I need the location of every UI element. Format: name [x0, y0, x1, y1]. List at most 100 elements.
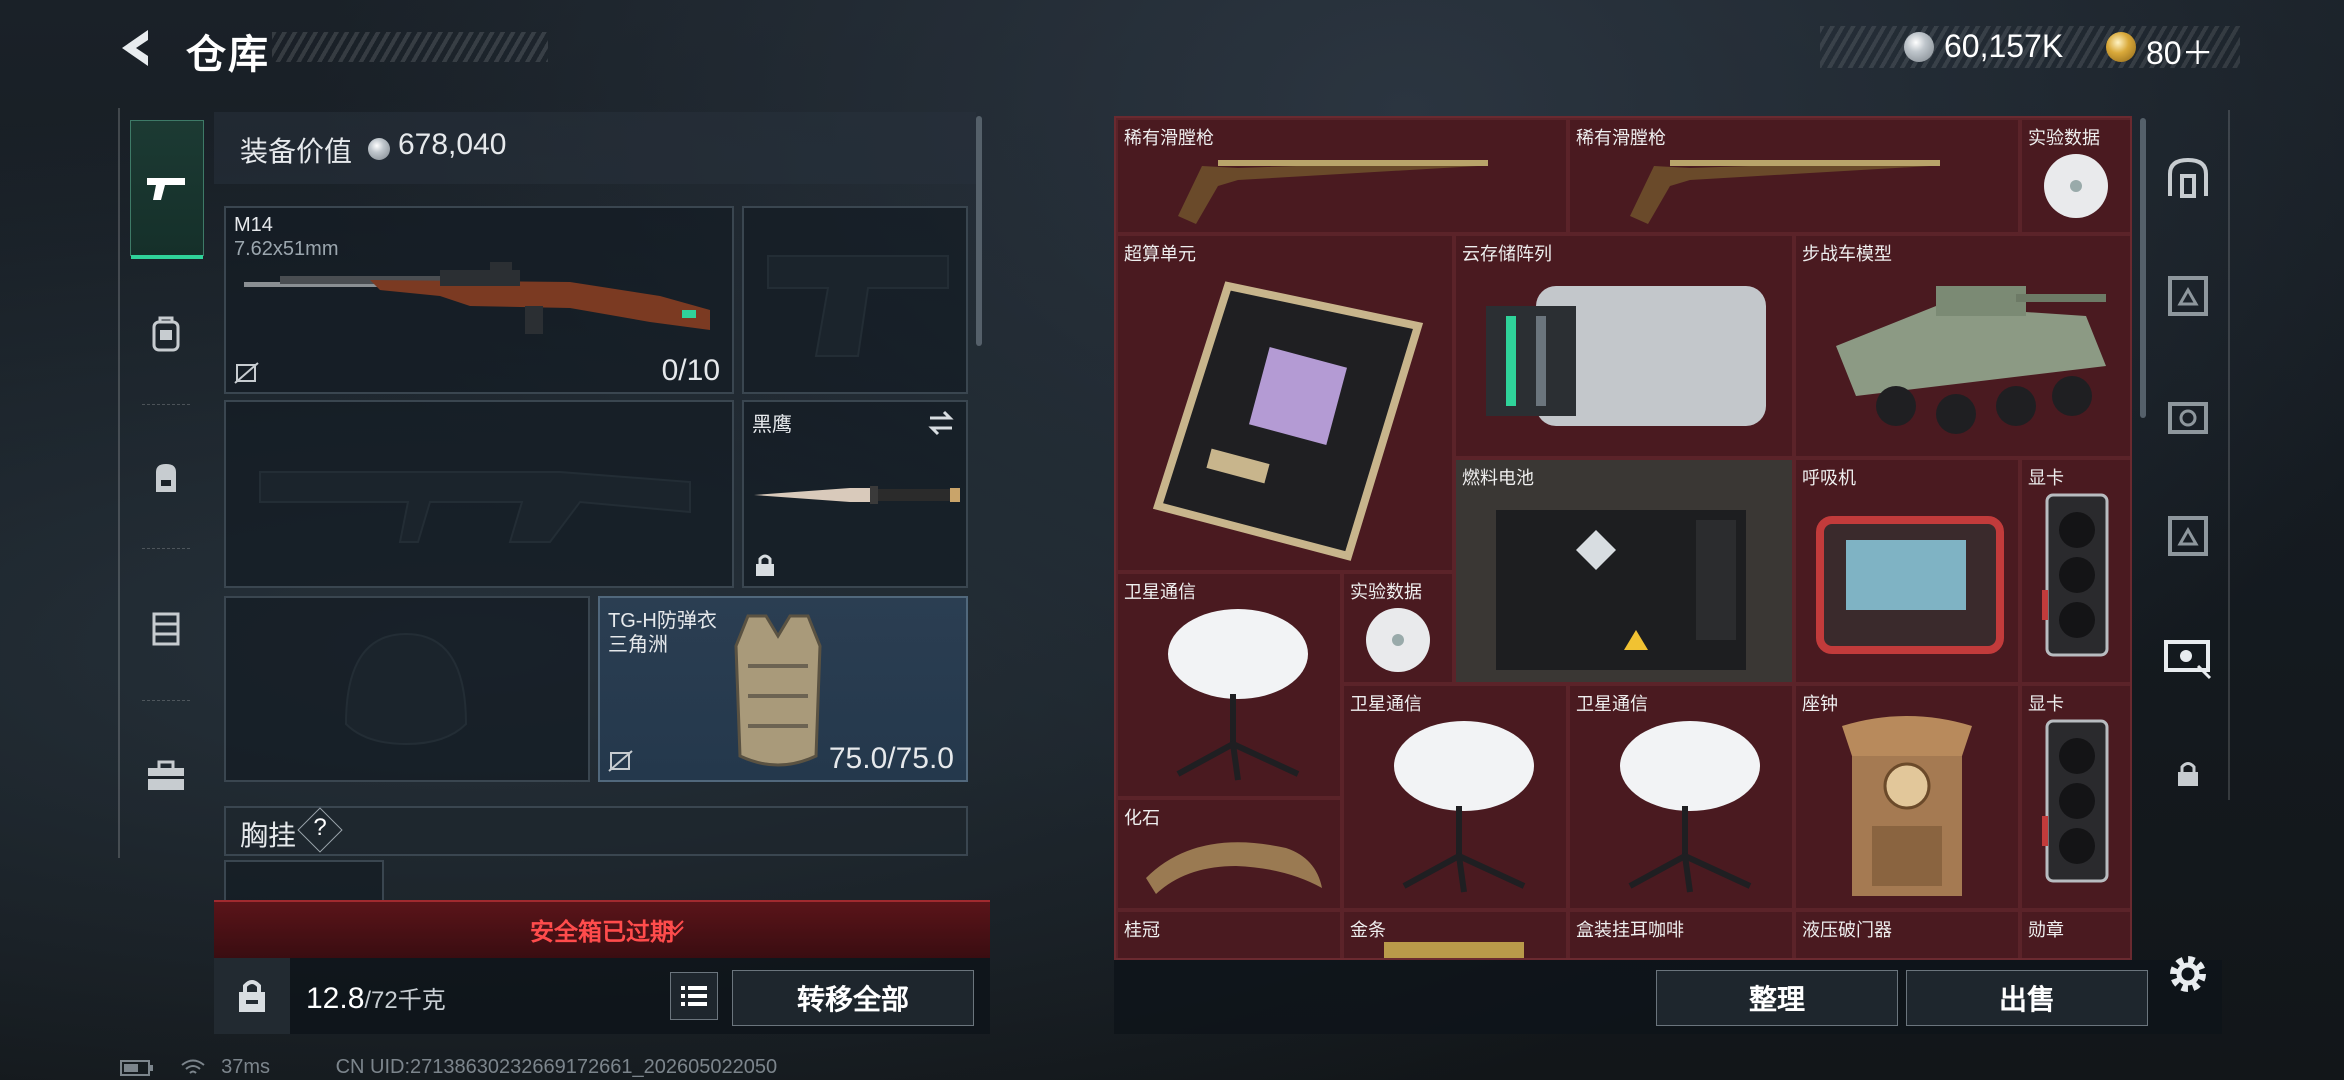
back-button[interactable] — [112, 24, 160, 72]
back-arrow-icon — [122, 30, 148, 66]
nav-chest-rig[interactable] — [130, 592, 202, 664]
storage-tab-locked[interactable] — [2160, 746, 2216, 802]
storage-item[interactable]: 盒装挂耳咖啡 — [1568, 910, 1794, 958]
musket-image — [1630, 160, 1940, 224]
storage-tab-2[interactable] — [2160, 268, 2216, 324]
safe-icon — [2168, 157, 2208, 198]
weight-lock-icon — [239, 980, 265, 1012]
body-armor-slot[interactable]: TG-H防弹衣 三角洲 75.0/75.0 — [598, 596, 968, 782]
melee-name: 黑鹰 — [752, 414, 792, 436]
storage-item[interactable]: 云存储阵列 — [1454, 234, 1794, 458]
weight-lock-button[interactable] — [214, 958, 290, 1034]
storage-item[interactable]: 卫星通信 — [1342, 684, 1568, 910]
lock-icon — [2178, 762, 2198, 786]
toolbox-icon — [148, 760, 184, 790]
storage-item[interactable]: 液压破门器 — [1794, 910, 2020, 958]
wifi-icon — [180, 1059, 205, 1074]
loadout-category-nav — [118, 108, 212, 858]
battery-icon — [120, 1059, 153, 1076]
storage-item[interactable]: 燃料电池 — [1454, 458, 1794, 684]
gold-balance[interactable]: 80＋ — [2146, 28, 2214, 74]
sidearm-slot[interactable] — [742, 206, 968, 394]
swap-icon[interactable] — [926, 410, 956, 436]
weapon-ammo-count: 0/10 — [661, 354, 720, 387]
storage-item[interactable]: 稀有滑膛枪 — [1568, 118, 2020, 234]
storage-item[interactable]: 卫星通信 — [1568, 684, 1794, 910]
storage-item[interactable]: 实验数据 — [2020, 118, 2130, 234]
weight-current: 12.8 — [306, 982, 365, 1015]
storage-tab-3[interactable] — [2160, 388, 2216, 444]
storage-item[interactable]: 显卡 — [2020, 458, 2130, 684]
silver-coin-icon — [1904, 32, 1934, 62]
helmet-silhouette-icon — [344, 632, 468, 746]
helmet-slot[interactable] — [224, 596, 590, 782]
lock-icon — [756, 554, 774, 576]
gpu-image — [2042, 493, 2109, 657]
storage-tab-5[interactable] — [2160, 628, 2216, 684]
weapon-name: M14 — [234, 214, 273, 236]
fuel-cell-image — [1496, 510, 1746, 670]
fossil-image — [1146, 842, 1322, 894]
storage-item[interactable]: 显卡 — [2020, 684, 2130, 910]
nav-weapons[interactable] — [130, 120, 204, 259]
clock-image — [1842, 716, 1972, 896]
melee-slot[interactable]: 黑鹰 — [742, 400, 968, 588]
transfer-all-button[interactable]: 转移全部 — [732, 970, 974, 1026]
storage-item[interactable]: 实验数据 — [1342, 572, 1454, 684]
equipment-value-label: 装备价值 — [240, 136, 353, 167]
gold-bar-image — [1384, 942, 1524, 958]
help-icon[interactable]: ? — [310, 814, 330, 842]
camera-case-icon — [2168, 402, 2208, 434]
container-icon — [2168, 276, 2208, 316]
primary-weapon-slot[interactable]: M14 7.62x51mm 0/10 — [224, 206, 734, 394]
item-name: 化石 — [1124, 808, 1160, 828]
storage-item[interactable]: 化石 — [1116, 798, 1342, 910]
storage-tab-4[interactable] — [2160, 508, 2216, 564]
nav-toolbox[interactable] — [130, 740, 202, 812]
storage-item[interactable]: 超算单元 — [1116, 234, 1454, 572]
nav-backpack[interactable] — [130, 442, 202, 514]
satellite-dish-image — [1168, 609, 1308, 781]
status-bar: 37ms CN UID:27138630232669172661_2026050… — [120, 1056, 777, 1079]
storage-item[interactable]: 稀有滑膛枪 — [1116, 118, 1568, 234]
gear-icon — [2170, 956, 2206, 992]
weight-readout: 12.8/72千克 — [306, 980, 446, 1016]
secondary-weapon-slot[interactable] — [224, 400, 734, 588]
organize-button[interactable]: 整理 — [1656, 970, 1898, 1026]
uid-readout: CN UID:27138630232669172661_202605022050 — [335, 1056, 778, 1078]
storage-item[interactable]: 桂冠 — [1116, 910, 1342, 958]
loadout-scrollbar[interactable] — [976, 116, 982, 346]
list-view-button[interactable] — [670, 972, 718, 1020]
storage-tab-safe[interactable] — [2160, 150, 2216, 206]
storage-item[interactable]: 座钟 — [1794, 684, 2020, 910]
sell-button[interactable]: 出售 — [1906, 970, 2148, 1026]
storage-item[interactable]: 勋章 — [2020, 910, 2130, 958]
computing-unit-image — [1152, 281, 1424, 561]
page-title: 仓库 — [186, 33, 270, 77]
storage-item[interactable]: 步战车模型 — [1794, 234, 2130, 458]
silver-coin-icon — [368, 138, 390, 160]
storage-scrollbar[interactable] — [2140, 118, 2146, 418]
backpack-icon — [156, 464, 176, 492]
knife-image — [754, 486, 960, 504]
musket-image — [1178, 160, 1488, 224]
item-name: 桂冠 — [1124, 920, 1160, 940]
chevron-down-icon — [666, 920, 684, 937]
storage-grid: 稀有滑膛枪 稀有滑膛枪 实验数据 超算单元 云存储阵列 步战车模型 燃料电池 呼… — [1114, 116, 2132, 960]
item-name: 液压破门器 — [1802, 920, 1892, 940]
item-name: 实验数据 — [1350, 582, 1422, 602]
ventilator-image — [1816, 516, 2004, 654]
settings-button[interactable] — [2164, 950, 2212, 998]
storage-tab-nav — [2148, 110, 2230, 800]
data-disc-image — [1366, 608, 1430, 672]
safe-box-status: 安全箱已过期 — [530, 919, 674, 946]
nav-armor[interactable] — [130, 298, 202, 370]
data-disc-image — [2044, 154, 2108, 218]
storage-item[interactable]: 金条 — [1342, 910, 1568, 958]
storage-item[interactable]: 卫星通信 — [1116, 572, 1342, 798]
item-name: 盒装挂耳咖啡 — [1576, 920, 1684, 940]
gold-coin-icon — [2106, 32, 2136, 62]
storage-item[interactable]: 呼吸机 — [1794, 458, 2020, 684]
item-name: 超算单元 — [1124, 244, 1196, 264]
ticket-icon — [2164, 640, 2212, 680]
